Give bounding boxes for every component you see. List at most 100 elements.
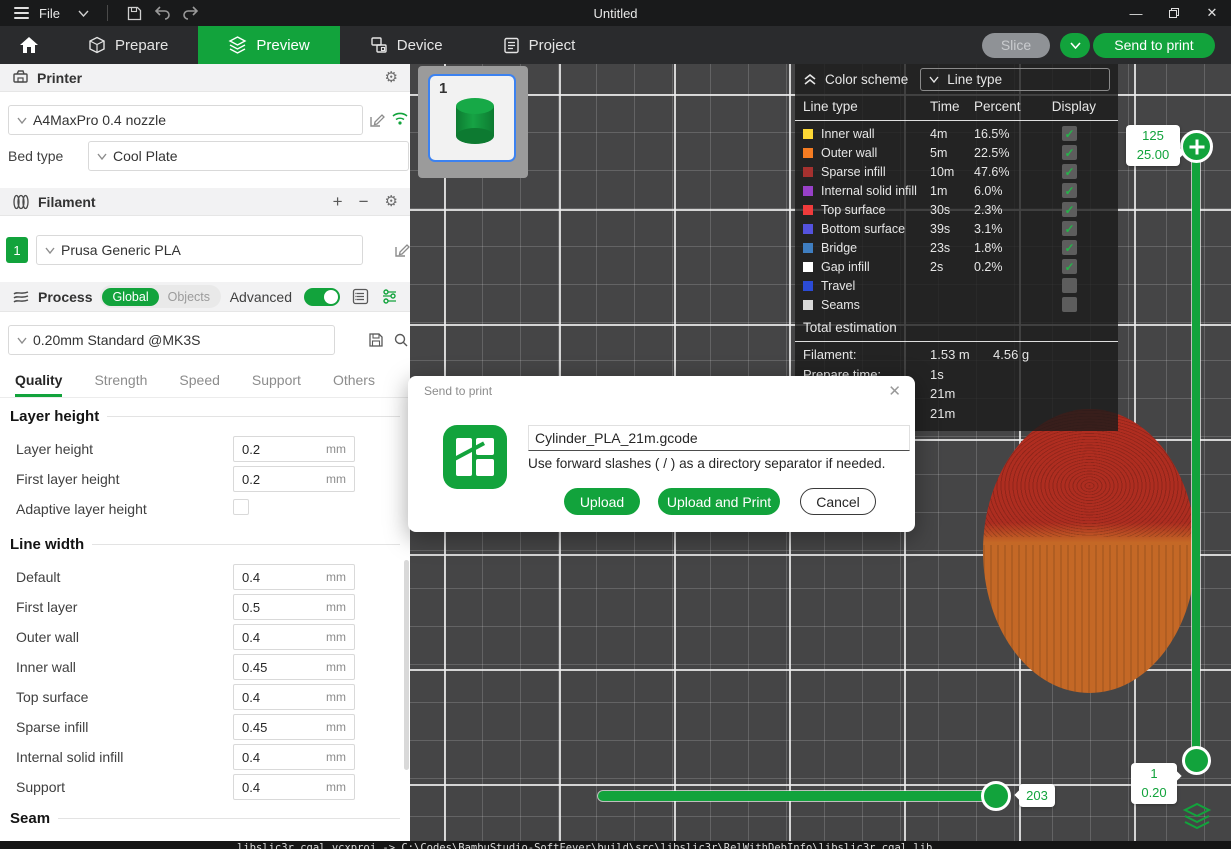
move-slider-track[interactable]: [598, 791, 998, 801]
save-icon[interactable]: [126, 4, 144, 22]
tab-others[interactable]: Others: [333, 372, 375, 397]
layer-slider-top-handle[interactable]: [1180, 130, 1213, 163]
upload-and-print-button[interactable]: Upload and Print: [658, 488, 780, 515]
divider: [107, 5, 108, 21]
display-checkbox[interactable]: [1062, 126, 1077, 141]
printer-wifi-icon[interactable]: [391, 109, 409, 127]
move-slider-handle[interactable]: [981, 781, 1011, 811]
tab-prepare[interactable]: Prepare: [58, 26, 198, 64]
filament-section-title: Filament: [38, 194, 96, 210]
display-checkbox[interactable]: [1062, 183, 1077, 198]
swatch: [803, 281, 813, 291]
setting-label: Top surface: [16, 689, 88, 705]
legend-row-top-surface: Top surface 30s 2.3%: [795, 200, 1118, 219]
display-checkbox[interactable]: [1062, 259, 1077, 274]
printer-select[interactable]: A4MaxPro 0.4 nozzle: [8, 105, 363, 135]
file-menu[interactable]: File: [39, 6, 60, 21]
filament-select[interactable]: Prusa Generic PLA: [36, 235, 363, 265]
prepare-icon: [88, 36, 106, 54]
dialog-close-icon[interactable]: ✕: [888, 382, 901, 400]
line-width-group-title: Line width: [10, 536, 400, 553]
layer-height-input[interactable]: 0.2 mm: [233, 436, 355, 462]
upload-button[interactable]: Upload: [564, 488, 640, 515]
tab-quality[interactable]: Quality: [15, 372, 62, 397]
tab-preview[interactable]: Preview: [198, 26, 339, 64]
global-option[interactable]: Global: [102, 288, 158, 306]
legend-column-headers: Line type Time Percent Display: [795, 94, 1118, 118]
printer-select-value: A4MaxPro 0.4 nozzle: [33, 112, 166, 128]
file-menu-chevron-icon[interactable]: [78, 10, 89, 17]
cancel-button[interactable]: Cancel: [800, 488, 876, 515]
tab-project[interactable]: Project: [473, 26, 606, 64]
undo-icon[interactable]: [154, 4, 172, 22]
line-width-top-surface-input[interactable]: 0.4 mm: [233, 684, 355, 710]
display-checkbox[interactable]: [1062, 278, 1077, 293]
display-checkbox[interactable]: [1062, 145, 1077, 160]
bed-type-select[interactable]: Cool Plate: [88, 141, 409, 171]
minimize-button[interactable]: —: [1117, 0, 1155, 26]
first-layer-height-input[interactable]: 0.2 mm: [233, 466, 355, 492]
remove-filament-button[interactable]: −: [359, 193, 369, 210]
process-section-header: Process Global Objects Advanced: [0, 282, 410, 312]
sliced-cylinder-object[interactable]: [983, 409, 1196, 693]
printer-edit-icon[interactable]: [368, 111, 386, 129]
plate-thumbnail[interactable]: 1: [428, 74, 516, 162]
process-tabs: Quality Strength Speed Support Others: [0, 364, 410, 398]
seam-group-title: Seam: [10, 810, 400, 827]
restore-button[interactable]: [1155, 0, 1193, 26]
send-options-chevron-button[interactable]: [1060, 33, 1090, 58]
filament-slot-badge[interactable]: 1: [6, 237, 28, 263]
sidebar-scrollbar[interactable]: [404, 560, 409, 770]
layer-slider-bottom-handle[interactable]: [1182, 746, 1211, 775]
layer-slider-track[interactable]: [1192, 150, 1200, 760]
total-estimation-label: Total estimation: [795, 314, 1118, 339]
display-checkbox[interactable]: [1062, 240, 1077, 255]
redo-icon[interactable]: [182, 4, 200, 22]
tab-strength[interactable]: Strength: [94, 372, 147, 397]
search-icon[interactable]: [392, 331, 410, 349]
line-width-internal-solid-infill-input[interactable]: 0.4 mm: [233, 744, 355, 770]
printer-icon: [12, 69, 29, 86]
display-checkbox[interactable]: [1062, 164, 1077, 179]
filament-settings-gear-icon[interactable]: ⚙: [385, 194, 398, 209]
display-checkbox[interactable]: [1062, 221, 1077, 236]
line-width-default-input[interactable]: 0.4 mm: [233, 564, 355, 590]
line-width-outer-wall-input[interactable]: 0.4 mm: [233, 624, 355, 650]
display-checkbox[interactable]: [1062, 297, 1077, 312]
line-width-sparse-infill-input[interactable]: 0.45 mm: [233, 714, 355, 740]
filename-input[interactable]: Cylinder_PLA_21m.gcode: [528, 425, 910, 451]
color-scheme-label: Color scheme: [825, 72, 908, 87]
global-objects-toggle[interactable]: Global Objects: [100, 285, 221, 308]
tune-icon[interactable]: [381, 288, 398, 305]
legend-row-inner-wall: Inner wall 4m 16.5%: [795, 124, 1118, 143]
filament-edit-icon[interactable]: [393, 241, 411, 259]
objects-option[interactable]: Objects: [159, 288, 219, 306]
filament-section-header: Filament + − ⚙: [0, 188, 410, 216]
display-checkbox[interactable]: [1062, 202, 1077, 217]
send-to-print-button[interactable]: Send to print: [1093, 33, 1215, 58]
home-button[interactable]: [0, 26, 58, 64]
printer-settings-gear-icon[interactable]: ⚙: [385, 70, 398, 85]
tab-speed[interactable]: Speed: [179, 372, 219, 397]
save-preset-icon[interactable]: [367, 331, 385, 349]
line-width-support-input[interactable]: 0.4 mm: [233, 774, 355, 800]
menu-icon[interactable]: [14, 7, 29, 19]
close-button[interactable]: ✕: [1193, 0, 1231, 26]
console-text: libslic3r_cgal.vcxproj -> C:\Codes\Bambu…: [237, 842, 1231, 849]
list-icon[interactable]: [352, 288, 369, 305]
legend-row-sparse-infill: Sparse infill 10m 47.6%: [795, 162, 1118, 181]
advanced-toggle[interactable]: [304, 288, 340, 306]
divider: [795, 341, 1118, 342]
layers-view-icon[interactable]: [1181, 800, 1213, 832]
slice-button[interactable]: Slice: [982, 33, 1050, 58]
line-width-inner-wall-input[interactable]: 0.45 mm: [233, 654, 355, 680]
line-width-first-layer-input[interactable]: 0.5 mm: [233, 594, 355, 620]
tab-device[interactable]: Device: [340, 26, 473, 64]
adaptive-layer-height-checkbox[interactable]: [233, 499, 249, 515]
collapse-icon[interactable]: [803, 72, 817, 86]
add-filament-button[interactable]: +: [333, 193, 343, 210]
process-preset-select[interactable]: 0.20mm Standard @MK3S: [8, 325, 335, 355]
tab-support[interactable]: Support: [252, 372, 301, 397]
total-row-filament: Filament: 1.53 m 4.56 g: [795, 345, 1118, 365]
view-mode-select[interactable]: Line type: [920, 68, 1110, 91]
